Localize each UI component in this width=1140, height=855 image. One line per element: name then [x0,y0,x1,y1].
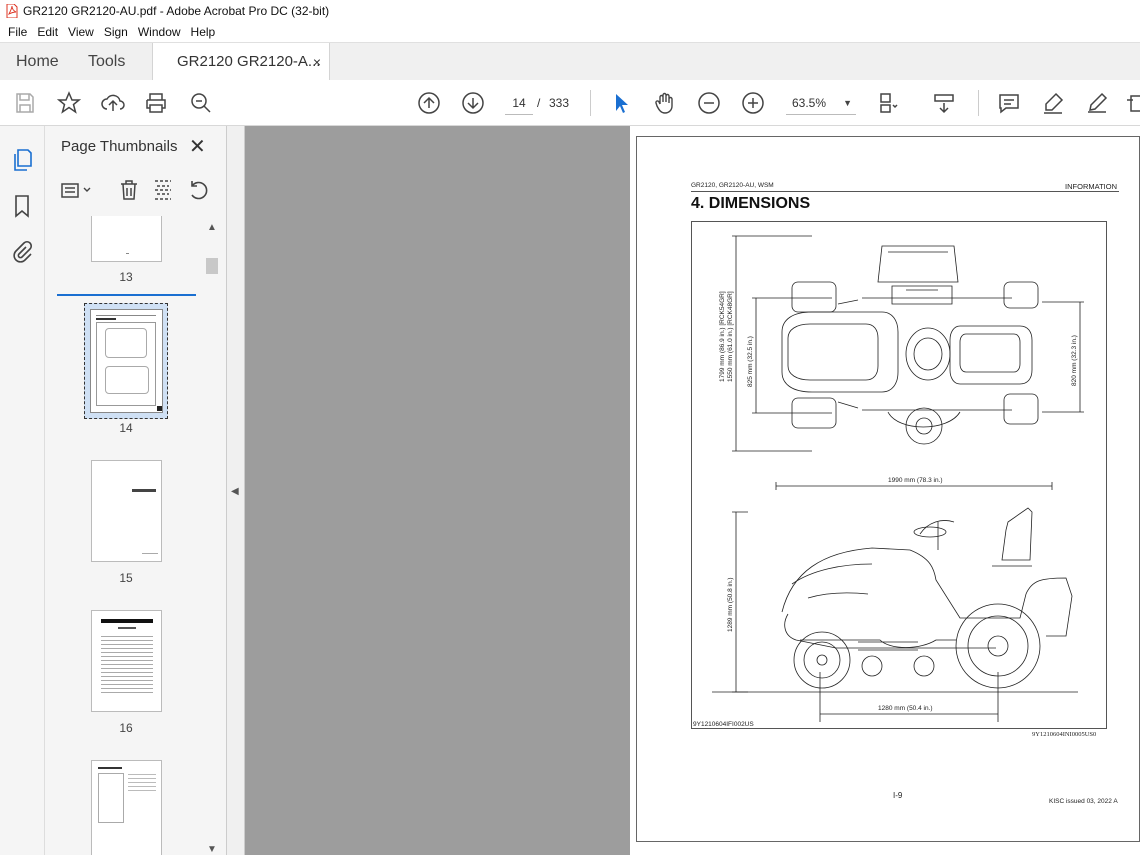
page-up-icon[interactable] [416,90,442,116]
print-icon[interactable] [143,90,169,116]
page-number-input[interactable]: 14 [505,91,533,115]
scrollbar-thumb[interactable] [206,258,218,274]
extract-pages-icon[interactable] [151,178,175,202]
options-menu-icon[interactable] [59,178,93,202]
delete-page-icon[interactable] [117,178,141,202]
zoom-search-icon[interactable] [188,90,214,116]
close-panel-icon[interactable]: ✕ [189,134,206,159]
menu-window[interactable]: Window [134,25,185,39]
figure-code-secondary: 9Y1210604INI0005US0 [1032,731,1097,738]
more-icon[interactable] [1122,90,1140,116]
thumbnail-label: 13 [119,270,133,284]
toolbar-divider [978,90,979,116]
highlight-icon[interactable] [1040,90,1066,116]
scroll-up-icon[interactable]: ▲ [207,222,217,233]
thumbnail-page-15[interactable] [91,460,162,562]
sign-icon[interactable] [1084,90,1110,116]
thumbnail-scrollbar[interactable]: ▲ ▼ [205,218,219,855]
bookmark-star-icon[interactable] [56,90,82,116]
bookmark-icon[interactable] [10,194,34,218]
select-cursor-icon[interactable] [608,90,634,116]
rotate-page-icon[interactable] [187,178,211,202]
thumbnail-label: 14 [119,421,133,435]
thumbnail-list: 13 14 15 16 [55,216,205,855]
close-tab-icon[interactable]: × [313,43,321,81]
comment-icon[interactable] [996,90,1022,116]
menu-help[interactable]: Help [187,25,220,39]
menu-file[interactable]: File [4,25,31,39]
menu-bar: File Edit View Sign Window Help [0,22,1140,42]
figure-code: 9Y1210604IFI002US [693,721,754,728]
scroll-mode-icon[interactable] [931,90,957,116]
dim-tread-rear: 820 mm (32.3 in.) [1071,335,1078,386]
left-nav-rail [0,126,45,855]
dim-wheelbase: 1280 mm (50.4 in.) [878,705,933,712]
attachment-icon[interactable] [10,240,34,264]
thumbnail-page-17[interactable] [91,760,162,855]
tab-home[interactable]: Home [16,43,59,81]
panel-title: Page Thumbnails [61,138,178,155]
tabs-bar: Home Tools GR2120 GR2120-A... × [0,42,1140,82]
menu-sign[interactable]: Sign [100,25,132,39]
dim-overall-height-top: 1799 mm (86.9 in.) [RCK54GR] [719,291,726,382]
dim-overall-height-top2: 1550 mm (61.0 in.) [RCK48GR] [727,291,734,382]
title-bar: GR2120 GR2120-AU.pdf - Adobe Acrobat Pro… [0,0,1140,22]
thumbnail-page-16[interactable] [91,610,162,712]
scroll-down-icon[interactable]: ▼ [207,844,217,855]
page-layout-icon[interactable] [876,90,902,116]
mower-dimensions-drawing: 1799 mm (86.9 in.) [RCK54GR] 1550 mm (61… [712,235,1084,722]
main-toolbar: 14 / 333 63.5% ▼ [0,80,1140,126]
document-viewport[interactable]: GR2120, GR2120-AU, WSM INFORMATION 4. DI… [245,126,1140,855]
thumbnail-page-13[interactable] [91,216,162,262]
dimensions-figure: 1799 mm (86.9 in.) [RCK54GR] 1550 mm (61… [691,221,1107,729]
zoom-value: 63.5% [792,96,827,110]
page-number-label: I-9 [893,791,903,800]
thumbnail-label: 16 [119,721,133,735]
tab-tools[interactable]: Tools [88,43,125,81]
chevron-down-icon: ▼ [843,98,852,108]
page-thumbnails-panel: Page Thumbnails ✕ 13 14 15 16 ▲ ▼ [45,126,227,855]
menu-view[interactable]: View [64,25,98,39]
page-header-left: GR2120, GR2120-AU, WSM [691,182,774,189]
thumbnail-page-14[interactable] [84,303,168,419]
selection-indicator [57,294,196,296]
menu-edit[interactable]: Edit [33,25,62,39]
page-total: 333 [549,96,570,110]
header-rule [691,191,1119,192]
upload-icon[interactable] [100,90,126,116]
zoom-in-icon[interactable] [740,90,766,116]
thumbnail-toolbar [59,178,219,204]
page-thumbnails-icon[interactable] [10,148,34,172]
page-title: 4. DIMENSIONS [691,195,811,212]
pdf-page: GR2120, GR2120-AU, WSM INFORMATION 4. DI… [636,136,1140,842]
dim-length: 1990 mm (78.3 in.) [888,477,943,484]
toolbar-divider [590,90,591,116]
hand-icon[interactable] [652,90,678,116]
issued-label: KISC issued 03, 2022 A [1049,798,1118,805]
dim-height: 1289 mm (50.8 in.) [727,577,734,632]
save-icon[interactable] [12,90,38,116]
page-header-right: INFORMATION [1065,182,1117,191]
thumbnail-label: 15 [119,571,133,585]
zoom-select[interactable]: 63.5% ▼ [786,91,856,115]
page-separator: / [537,96,541,110]
page-down-icon[interactable] [460,90,486,116]
panel-collapse-strip[interactable]: ◀ [227,126,245,855]
document-tab-label: GR2120 GR2120-A... [177,53,321,70]
window-title: GR2120 GR2120-AU.pdf - Adobe Acrobat Pro… [23,4,330,18]
zoom-out-icon[interactable] [696,90,722,116]
acrobat-pdf-icon [6,4,18,18]
tab-document[interactable]: GR2120 GR2120-A... × [152,43,330,82]
dim-tread-front: 825 mm (32.5 in.) [747,336,754,387]
collapse-arrow-icon[interactable]: ◀ [231,486,239,497]
